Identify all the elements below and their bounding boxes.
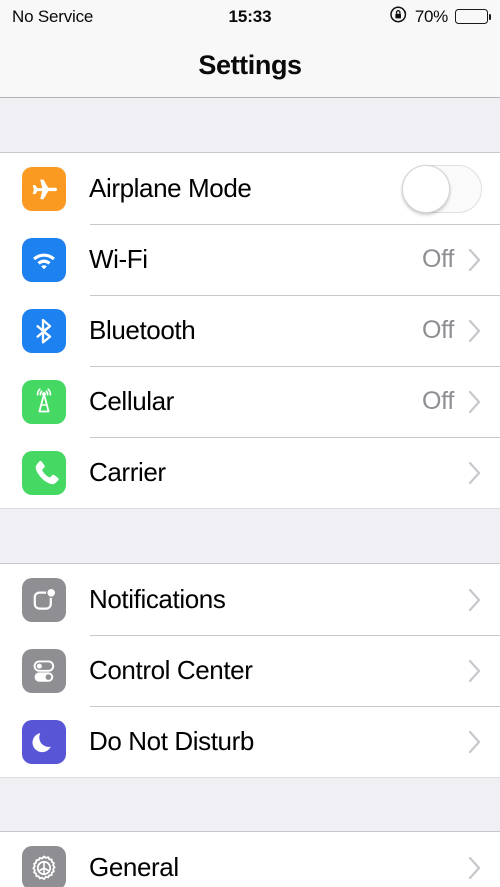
settings-row-airplane-mode[interactable]: Airplane Mode (0, 153, 500, 224)
phone-icon (22, 450, 66, 495)
chevron-right-icon (468, 659, 482, 683)
settings-row-value: Off (422, 245, 454, 273)
settings-row-label: Wi-Fi (89, 244, 148, 274)
settings-row-label: Bluetooth (89, 315, 196, 345)
settings-row-notifications[interactable]: Notifications (0, 564, 500, 635)
status-right-group: 70% (389, 5, 491, 29)
chevron-right-icon (468, 248, 482, 272)
gear-icon (22, 845, 66, 887)
settings-row-label: Airplane Mode (89, 173, 252, 203)
group-spacer-bottom (0, 777, 500, 832)
airplane-mode-toggle[interactable] (402, 164, 482, 213)
settings-row-control-center[interactable]: Control Center (0, 635, 500, 706)
settings-list: Airplane Mode Wi-Fi Off Bluetooth Off Ce… (0, 98, 500, 887)
settings-row-label: Control Center (89, 655, 253, 685)
rotation-lock-icon (389, 5, 408, 29)
settings-row-label: General (89, 852, 179, 882)
cellular-icon (22, 379, 66, 424)
chevron-right-icon (468, 588, 482, 612)
control-center-icon (22, 648, 66, 693)
settings-row-general[interactable]: General (0, 832, 500, 887)
page-title: Settings (198, 49, 302, 80)
battery-percent: 70% (414, 6, 448, 26)
chevron-right-icon (468, 730, 482, 754)
chevron-right-icon (468, 461, 482, 485)
carrier-status: No Service (12, 6, 94, 26)
settings-group-connectivity: Airplane Mode Wi-Fi Off Bluetooth Off Ce… (0, 153, 500, 508)
chevron-right-icon (468, 319, 482, 343)
status-bar: No Service 15:33 70% (0, 0, 500, 33)
settings-row-value: Off (422, 316, 454, 344)
chevron-right-icon (468, 390, 482, 414)
settings-screen: No Service 15:33 70% Settings Airplane M… (0, 0, 500, 887)
settings-group-alerts: Notifications Control Center Do Not Dist… (0, 564, 500, 777)
settings-row-label: Carrier (89, 457, 166, 487)
settings-row-do-not-disturb[interactable]: Do Not Disturb (0, 706, 500, 777)
navigation-bar: Settings (0, 33, 500, 98)
settings-row-label: Cellular (89, 386, 174, 416)
toggle-knob (402, 164, 450, 213)
settings-row-label: Notifications (89, 584, 226, 614)
settings-row-carrier[interactable]: Carrier (0, 437, 500, 508)
settings-row-cellular[interactable]: Cellular Off (0, 366, 500, 437)
settings-row-label: Do Not Disturb (89, 726, 254, 756)
bluetooth-icon (22, 308, 66, 353)
group-spacer-middle (0, 508, 500, 564)
group-spacer-top (0, 98, 500, 153)
moon-icon (22, 719, 66, 764)
settings-row-wifi[interactable]: Wi-Fi Off (0, 224, 500, 295)
airplane-icon (22, 166, 66, 211)
wifi-icon (22, 237, 66, 282)
chevron-right-icon (468, 856, 482, 880)
settings-row-bluetooth[interactable]: Bluetooth Off (0, 295, 500, 366)
battery-icon (455, 9, 491, 24)
settings-row-value: Off (422, 387, 454, 415)
settings-group-system: General (0, 832, 500, 887)
notifications-icon (22, 577, 66, 622)
